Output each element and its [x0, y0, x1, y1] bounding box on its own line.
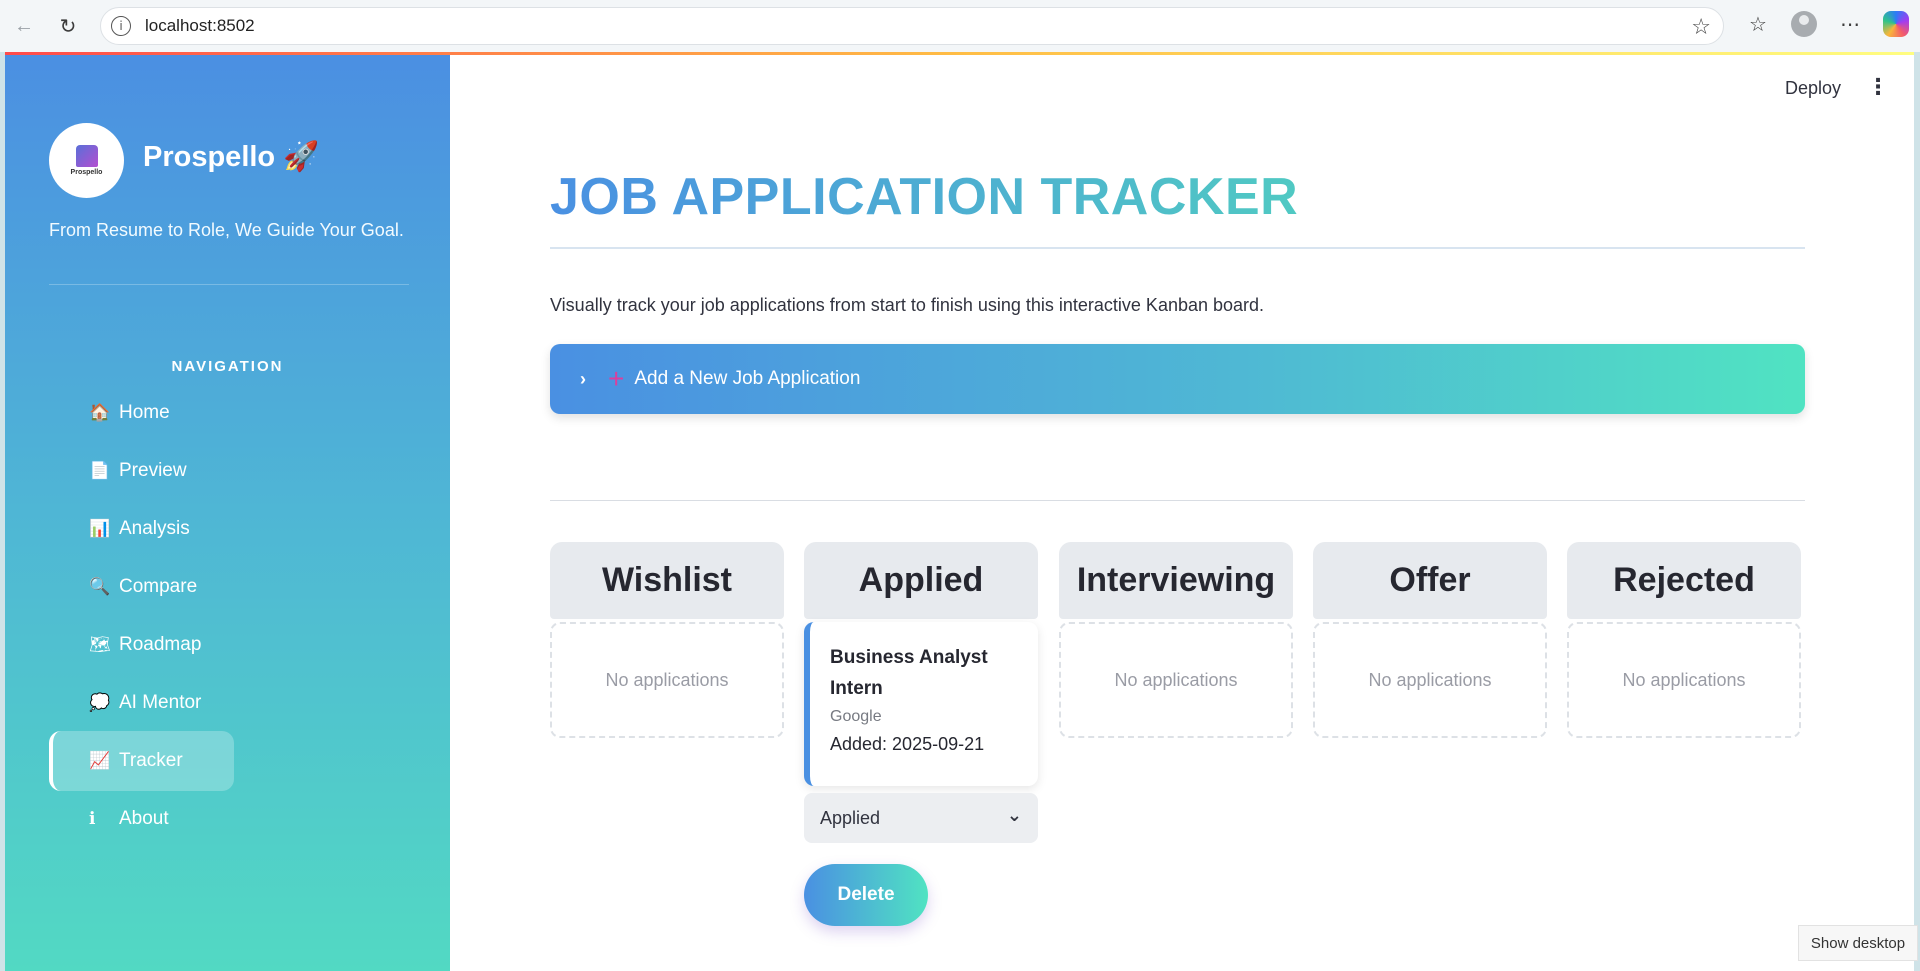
main-menu-icon[interactable]: ⋮ — [1867, 74, 1889, 100]
sidebar-item-compare[interactable]: 🔍 Compare — [49, 557, 234, 617]
url-text[interactable]: localhost:8502 — [145, 16, 255, 36]
page-description: Visually track your job applications fro… — [550, 295, 1265, 315]
sidebar-item-label: Roadmap — [119, 634, 202, 655]
logo-text: Prospello — [70, 169, 103, 176]
job-company: Google — [830, 708, 882, 725]
top-decoration-bar — [5, 52, 1914, 55]
sidebar-item-label: AI Mentor — [119, 692, 202, 713]
more-options-icon[interactable]: ⋯ — [1834, 8, 1866, 40]
logo-mark-icon — [75, 145, 98, 167]
magnifier-icon: 🔍 — [89, 577, 111, 597]
sidebar-item-home[interactable]: 🏠 Home — [49, 383, 234, 443]
sidebar-item-preview[interactable]: 📄 Preview — [49, 441, 234, 501]
page-title: JOB APPLICATION TRACKER — [550, 168, 1299, 226]
job-added-date: Added: 2025-09-21 — [830, 734, 985, 754]
info-icon: ℹ — [89, 809, 96, 829]
sidebar-item-label: Tracker — [119, 750, 183, 771]
empty-column-wishlist: No applications — [550, 622, 784, 738]
sidebar-item-analysis[interactable]: 📊 Analysis — [49, 499, 234, 559]
sidebar-item-label: Analysis — [119, 518, 190, 539]
column-header-offer: Offer — [1313, 542, 1547, 619]
sidebar: Prospello Prospello 🚀 From Resume to Rol… — [5, 52, 450, 971]
status-select-value: Applied — [820, 807, 881, 828]
chevron-right-icon: › — [580, 368, 586, 389]
sidebar-item-label: Home — [119, 402, 170, 423]
deploy-button[interactable]: Deploy — [1785, 78, 1841, 99]
show-desktop-tooltip: Show desktop — [1798, 925, 1918, 961]
empty-column-rejected: No applications — [1567, 622, 1801, 738]
sidebar-item-label: Preview — [119, 460, 187, 481]
delete-button[interactable]: Delete — [804, 864, 928, 926]
status-select[interactable]: Applied ⌄ — [804, 793, 1038, 843]
sidebar-item-tracker[interactable]: 📈 Tracker — [49, 731, 234, 791]
document-icon: 📄 — [89, 461, 111, 481]
app-window: Prospello Prospello 🚀 From Resume to Rol… — [5, 52, 1914, 971]
empty-column-interviewing: No applications — [1059, 622, 1293, 738]
favorite-star-icon[interactable]: ☆ — [1691, 14, 1711, 40]
column-header-rejected: Rejected — [1567, 542, 1801, 619]
sidebar-item-roadmap[interactable]: 🗺 Roadmap — [49, 615, 234, 675]
brand-tagline: From Resume to Role, We Guide Your Goal. — [49, 220, 404, 240]
home-icon: 🏠 — [89, 403, 111, 423]
add-job-expander[interactable]: › + Add a New Job Application — [550, 344, 1805, 414]
column-header-wishlist: Wishlist — [550, 542, 784, 619]
plus-icon: + — [608, 363, 625, 394]
back-arrow-icon[interactable]: ← — [6, 8, 42, 44]
browser-toolbar: ← ↻ i localhost:8502 ☆ ☆ ⋯ — [0, 0, 1920, 52]
brand-logo: Prospello — [49, 123, 124, 198]
site-info-icon[interactable]: i — [111, 16, 131, 36]
empty-column-offer: No applications — [1313, 622, 1547, 738]
trend-chart-icon: 📈 — [89, 751, 111, 771]
job-title: Business Analyst Intern — [830, 647, 988, 699]
profile-avatar[interactable] — [1788, 8, 1820, 40]
column-header-applied: Applied — [804, 542, 1038, 619]
job-card: Business Analyst Intern Google Added: 20… — [804, 622, 1038, 786]
sidebar-divider — [49, 284, 409, 285]
sidebar-item-label: Compare — [119, 576, 198, 597]
sidebar-item-about[interactable]: ℹ About — [49, 789, 234, 849]
navigation-heading: NAVIGATION — [171, 358, 284, 375]
copilot-icon[interactable] — [1880, 8, 1912, 40]
thought-bubble-icon: 💭 — [89, 693, 111, 713]
column-header-interviewing: Interviewing — [1059, 542, 1293, 619]
brand-name: Prospello 🚀 — [143, 141, 320, 173]
favorites-icon[interactable]: ☆ — [1742, 8, 1774, 40]
expander-label: Add a New Job Application — [634, 368, 861, 389]
section-divider — [550, 500, 1805, 501]
map-icon: 🗺 — [89, 635, 111, 655]
bar-chart-icon: 📊 — [89, 519, 111, 539]
sidebar-item-ai-mentor[interactable]: 💭 AI Mentor — [49, 673, 234, 733]
sidebar-item-label: About — [119, 808, 169, 829]
copilot-logo — [1883, 11, 1909, 37]
address-bar[interactable]: i localhost:8502 ☆ — [100, 7, 1724, 45]
title-divider — [550, 247, 1805, 249]
avatar-icon — [1791, 11, 1817, 37]
chevron-down-icon: ⌄ — [1006, 805, 1022, 825]
reload-icon[interactable]: ↻ — [50, 8, 86, 44]
